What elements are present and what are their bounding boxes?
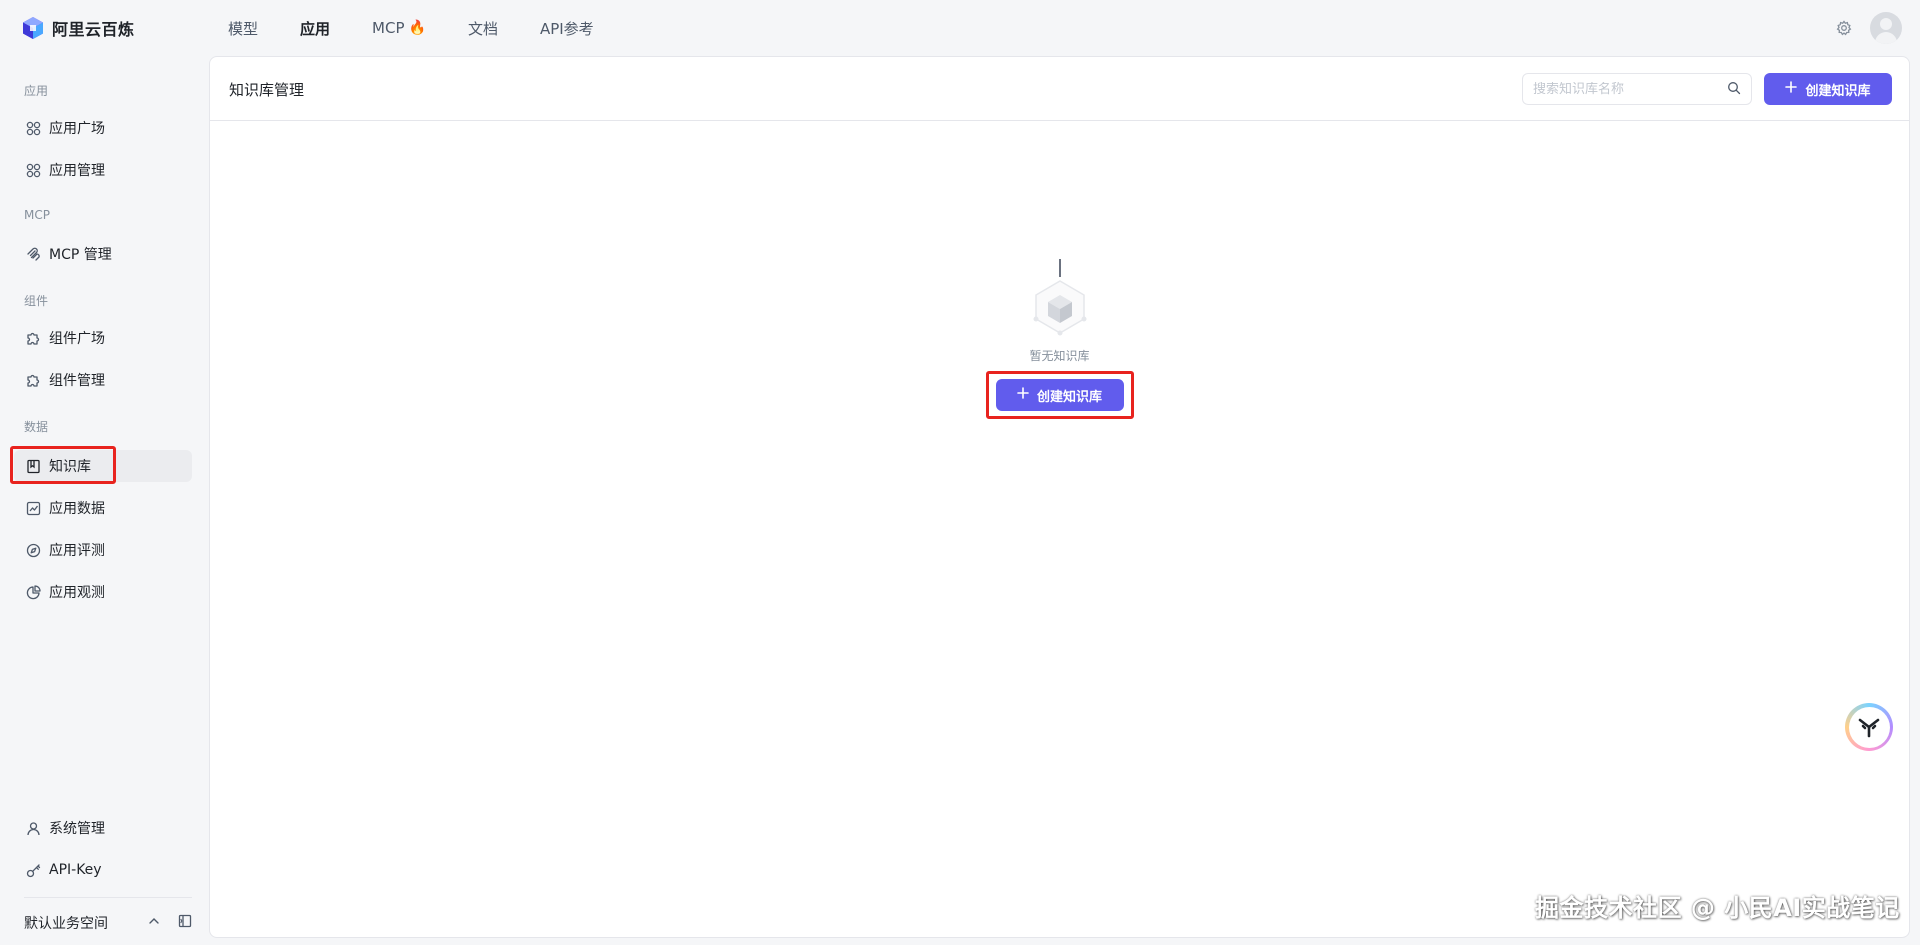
sidebar-item-label: 应用观测 [49,585,105,601]
sidebar-item-label: 应用评测 [49,543,105,559]
empty-state-text: 暂无知识库 [1029,349,1090,363]
sidebar-item-app-observe[interactable]: 应用观测 [14,576,192,608]
sidebar-item-system-manage[interactable]: 系统管理 [14,812,192,844]
topnav-item-apps[interactable]: 应用 [300,18,330,39]
book-icon [26,459,41,474]
sidebar-item-app-manage[interactable]: 应用管理 [14,154,192,186]
sidebar-item-label: MCP 管理 [49,247,112,263]
key-icon [26,863,41,878]
topnav-item-mcp-label: MCP [372,19,405,37]
pie-chart-icon [26,584,41,600]
watermark-text: 掘金技术社区 @ 小民AI实战笔记 [1535,894,1900,922]
create-knowledge-base-button[interactable]: 创建知识库 [1764,73,1892,105]
topnav-item-docs[interactable]: 文档 [468,18,498,39]
mcp-plug-icon [26,247,41,262]
sidebar-item-label: 知识库 [49,459,91,475]
sidebar-item-label: 组件广场 [49,331,105,347]
button-label: 创建知识库 [1805,83,1871,99]
empty-cube-illustration [1028,257,1092,337]
user-avatar[interactable] [1870,12,1902,44]
search-input[interactable] [1533,81,1727,97]
sidebar-item-mcp-manage[interactable]: MCP 管理 [14,238,192,270]
sidebar-item-api-key[interactable]: API-Key [14,854,192,886]
app-grid-icon [26,163,41,178]
floating-assistant-button[interactable] [1845,703,1893,751]
empty-state: 暂无知识库 创建知识库 [210,257,1909,419]
topnav-item-api-reference[interactable]: API参考 [540,18,594,39]
sidebar-item-label: 应用数据 [49,501,105,517]
workspace-name: 默认业务空间 [24,916,108,932]
app-grid-icon [26,121,41,136]
sidebar-item-label: 应用广场 [49,121,105,137]
assistant-logo-icon [1848,706,1890,748]
sidebar-group-app: 应用 [24,84,49,98]
fire-icon: 🔥 [408,20,426,36]
workspace-switcher[interactable]: 默认业务空间 [24,908,192,938]
sidebar-item-app-square[interactable]: 应用广场 [14,112,192,144]
brand-name: 阿里云百炼 [52,20,135,39]
topnav-item-models[interactable]: 模型 [228,18,258,39]
plus-icon [1017,387,1029,403]
sidebar-item-app-data[interactable]: 应用数据 [14,492,192,524]
sidebar-divider [24,897,192,898]
main-panel: 知识库管理 创建知识库 [209,56,1910,938]
empty-create-wrap: 创建知识库 [985,371,1134,419]
top-right-actions [1836,12,1902,44]
sidebar-group-data: 数据 [24,420,49,434]
sidebar: 应用 应用广场 应用管理 MCP MCP 管理 组件 组件广场 组件管理 数据 … [0,56,208,945]
sidebar-group-mcp: MCP [24,208,50,222]
empty-create-knowledge-base-button[interactable]: 创建知识库 [995,379,1124,411]
sidebar-item-label: 组件管理 [49,373,105,389]
brand[interactable]: 阿里云百炼 [22,14,135,42]
page-title: 知识库管理 [229,81,305,99]
sidebar-item-component-manage[interactable]: 组件管理 [14,364,192,396]
puzzle-icon [26,331,41,346]
sidebar-item-app-eval[interactable]: 应用评测 [14,534,192,566]
top-bar: 阿里云百炼 模型 应用 MCP 🔥 文档 API参考 [0,0,1920,56]
sidebar-item-knowledge-base[interactable]: 知识库 [14,450,192,482]
sidebar-item-component-square[interactable]: 组件广场 [14,322,192,354]
plus-icon [1785,81,1798,97]
sidebar-item-label: 系统管理 [49,821,105,837]
sidebar-group-component: 组件 [24,294,49,308]
button-label: 创建知识库 [1036,389,1102,405]
top-nav: 模型 应用 MCP 🔥 文档 API参考 [228,0,636,56]
settings-gear-icon[interactable] [1836,20,1852,36]
main-header: 知识库管理 创建知识库 [210,57,1909,121]
puzzle-icon [26,373,41,388]
sidebar-item-label: 应用管理 [49,163,105,179]
sidebar-item-label: API-Key [49,862,102,878]
collapse-sidebar-icon[interactable] [178,914,192,932]
user-icon [26,821,41,836]
search-icon[interactable] [1727,80,1741,99]
compass-icon [26,543,41,558]
chevron-up-icon[interactable] [148,915,160,931]
search-box [1522,73,1752,105]
line-chart-icon [26,501,41,516]
bailian-logo-icon [22,16,44,40]
topnav-item-mcp[interactable]: MCP 🔥 [372,19,426,37]
